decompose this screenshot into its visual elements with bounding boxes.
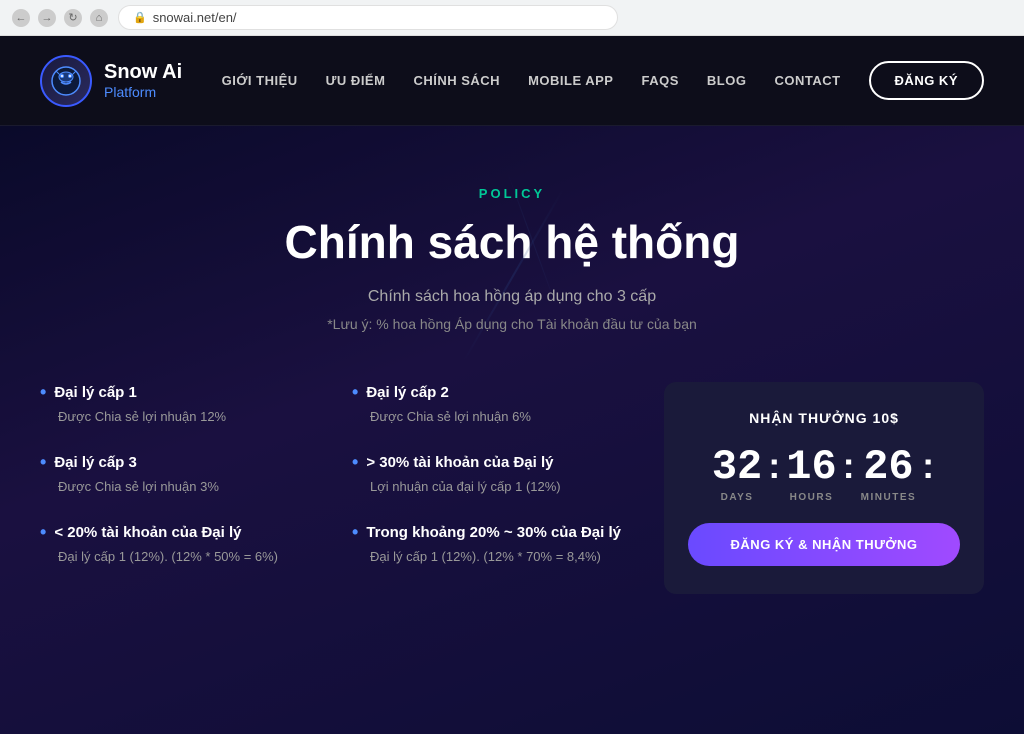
logo-text: Snow Ai Platform <box>104 61 182 100</box>
logo-icon <box>40 55 92 107</box>
lock-icon: 🔒 <box>133 11 147 24</box>
timer-days-value: 32 <box>712 446 762 488</box>
nav-links: GIỚI THIỆU ƯU ĐIỂM CHÍNH SÁCH MOBILE APP… <box>222 61 984 100</box>
back-button[interactable]: ← <box>12 9 30 27</box>
register-button[interactable]: ĐĂNG KÝ <box>869 61 984 100</box>
nav-faqs[interactable]: FAQS <box>641 73 678 88</box>
address-bar[interactable]: 🔒 snowai.net/en/ <box>118 5 618 30</box>
nav-contact[interactable]: CONTACT <box>774 73 840 88</box>
content-grid: Đại lý cấp 1 Được Chia sẻ lợi nhuận 12% … <box>40 382 984 594</box>
policy-item-title-1: Đại lý cấp 1 <box>40 382 322 403</box>
logo-title: Snow Ai <box>104 61 182 84</box>
nav-mobile[interactable]: MOBILE APP <box>528 73 613 88</box>
forward-button[interactable]: → <box>38 9 56 27</box>
timer-colon-3: : <box>920 448 936 484</box>
main-content: POLICY Chính sách hệ thống Chính sách ho… <box>0 126 1024 734</box>
list-item: Trong khoảng 20% ~ 30% của Đại lý Đại lý… <box>352 522 634 564</box>
timer-minutes-value: 26 <box>863 446 913 488</box>
timer-colon-1: : <box>766 448 782 484</box>
logo-area: Snow Ai Platform <box>40 55 182 107</box>
policy-item-desc-6: Đại lý cấp 1 (12%). (12% * 70% = 8,4%) <box>352 549 634 564</box>
list-item: Đại lý cấp 2 Được Chia sẻ lợi nhuận 6% <box>352 382 634 424</box>
timer-minutes-label: MINUTES <box>861 492 917 503</box>
browser-controls: ← → ↻ ⌂ <box>12 9 108 27</box>
timer-colon-2: : <box>841 448 857 484</box>
timer-hours-value: 16 <box>786 446 836 488</box>
nav-advantages[interactable]: ƯU ĐIỂM <box>326 73 386 88</box>
policy-item-desc-3: Đại lý cấp 1 (12%). (12% * 50% = 6%) <box>40 549 322 564</box>
policy-item-desc-1: Được Chia sẻ lợi nhuận 12% <box>40 409 322 424</box>
policy-item-title-5: > 30% tài khoản của Đại lý <box>352 452 634 473</box>
list-item: > 30% tài khoản của Đại lý Lợi nhuận của… <box>352 452 634 494</box>
browser-chrome: ← → ↻ ⌂ 🔒 snowai.net/en/ <box>0 0 1024 36</box>
timer-days: 32 DAYS <box>712 446 762 503</box>
reload-button[interactable]: ↻ <box>64 9 82 27</box>
nav-about[interactable]: GIỚI THIỆU <box>222 73 298 88</box>
policy-item-title-4: Đại lý cấp 2 <box>352 382 634 403</box>
countdown-timer: 32 DAYS : 16 HOURS : 26 MINUTES : <box>688 446 960 503</box>
list-item: Đại lý cấp 3 Được Chia sẻ lợi nhuận 3% <box>40 452 322 494</box>
policy-item-desc-2: Được Chia sẻ lợi nhuận 3% <box>40 479 322 494</box>
hero-title: Chính sách hệ thống <box>40 217 984 268</box>
timer-days-label: DAYS <box>721 492 754 503</box>
policy-list-right: Đại lý cấp 2 Được Chia sẻ lợi nhuận 6% >… <box>352 382 634 564</box>
countdown-title: NHẬN THƯỞNG 10$ <box>688 410 960 426</box>
policy-item-desc-4: Được Chia sẻ lợi nhuận 6% <box>352 409 634 424</box>
nav-blog[interactable]: BLOG <box>707 73 747 88</box>
hero-subtitle: Chính sách hoa hồng áp dụng cho 3 cấp <box>40 288 984 306</box>
timer-hours-label: HOURS <box>790 492 834 503</box>
timer-minutes: 26 MINUTES <box>861 446 917 503</box>
policy-item-title-2: Đại lý cấp 3 <box>40 452 322 473</box>
policy-label: POLICY <box>40 186 984 201</box>
url-text: snowai.net/en/ <box>153 10 237 25</box>
policy-item-title-3: < 20% tài khoản của Đại lý <box>40 522 322 543</box>
nav-policy[interactable]: CHÍNH SÁCH <box>413 73 500 88</box>
policy-item-title-6: Trong khoảng 20% ~ 30% của Đại lý <box>352 522 634 543</box>
navbar: Snow Ai Platform GIỚI THIỆU ƯU ĐIỂM CHÍN… <box>0 36 1024 126</box>
policy-list-left: Đại lý cấp 1 Được Chia sẻ lợi nhuận 12% … <box>40 382 322 564</box>
countdown-widget: NHẬN THƯỞNG 10$ 32 DAYS : 16 HOURS : 26 … <box>664 382 984 594</box>
hero-section: POLICY Chính sách hệ thống Chính sách ho… <box>40 186 984 332</box>
list-item: < 20% tài khoản của Đại lý Đại lý cấp 1 … <box>40 522 322 564</box>
policy-item-desc-5: Lợi nhuận của đại lý cấp 1 (12%) <box>352 479 634 494</box>
list-item: Đại lý cấp 1 Được Chia sẻ lợi nhuận 12% <box>40 382 322 424</box>
claim-reward-button[interactable]: ĐĂNG KÝ & NHẬN THƯỞNG <box>688 523 960 566</box>
timer-hours: 16 HOURS <box>786 446 836 503</box>
home-button[interactable]: ⌂ <box>90 9 108 27</box>
hero-note: *Lưu ý: % hoa hồng Áp dụng cho Tài khoản… <box>40 316 984 332</box>
logo-subtitle: Platform <box>104 84 182 100</box>
